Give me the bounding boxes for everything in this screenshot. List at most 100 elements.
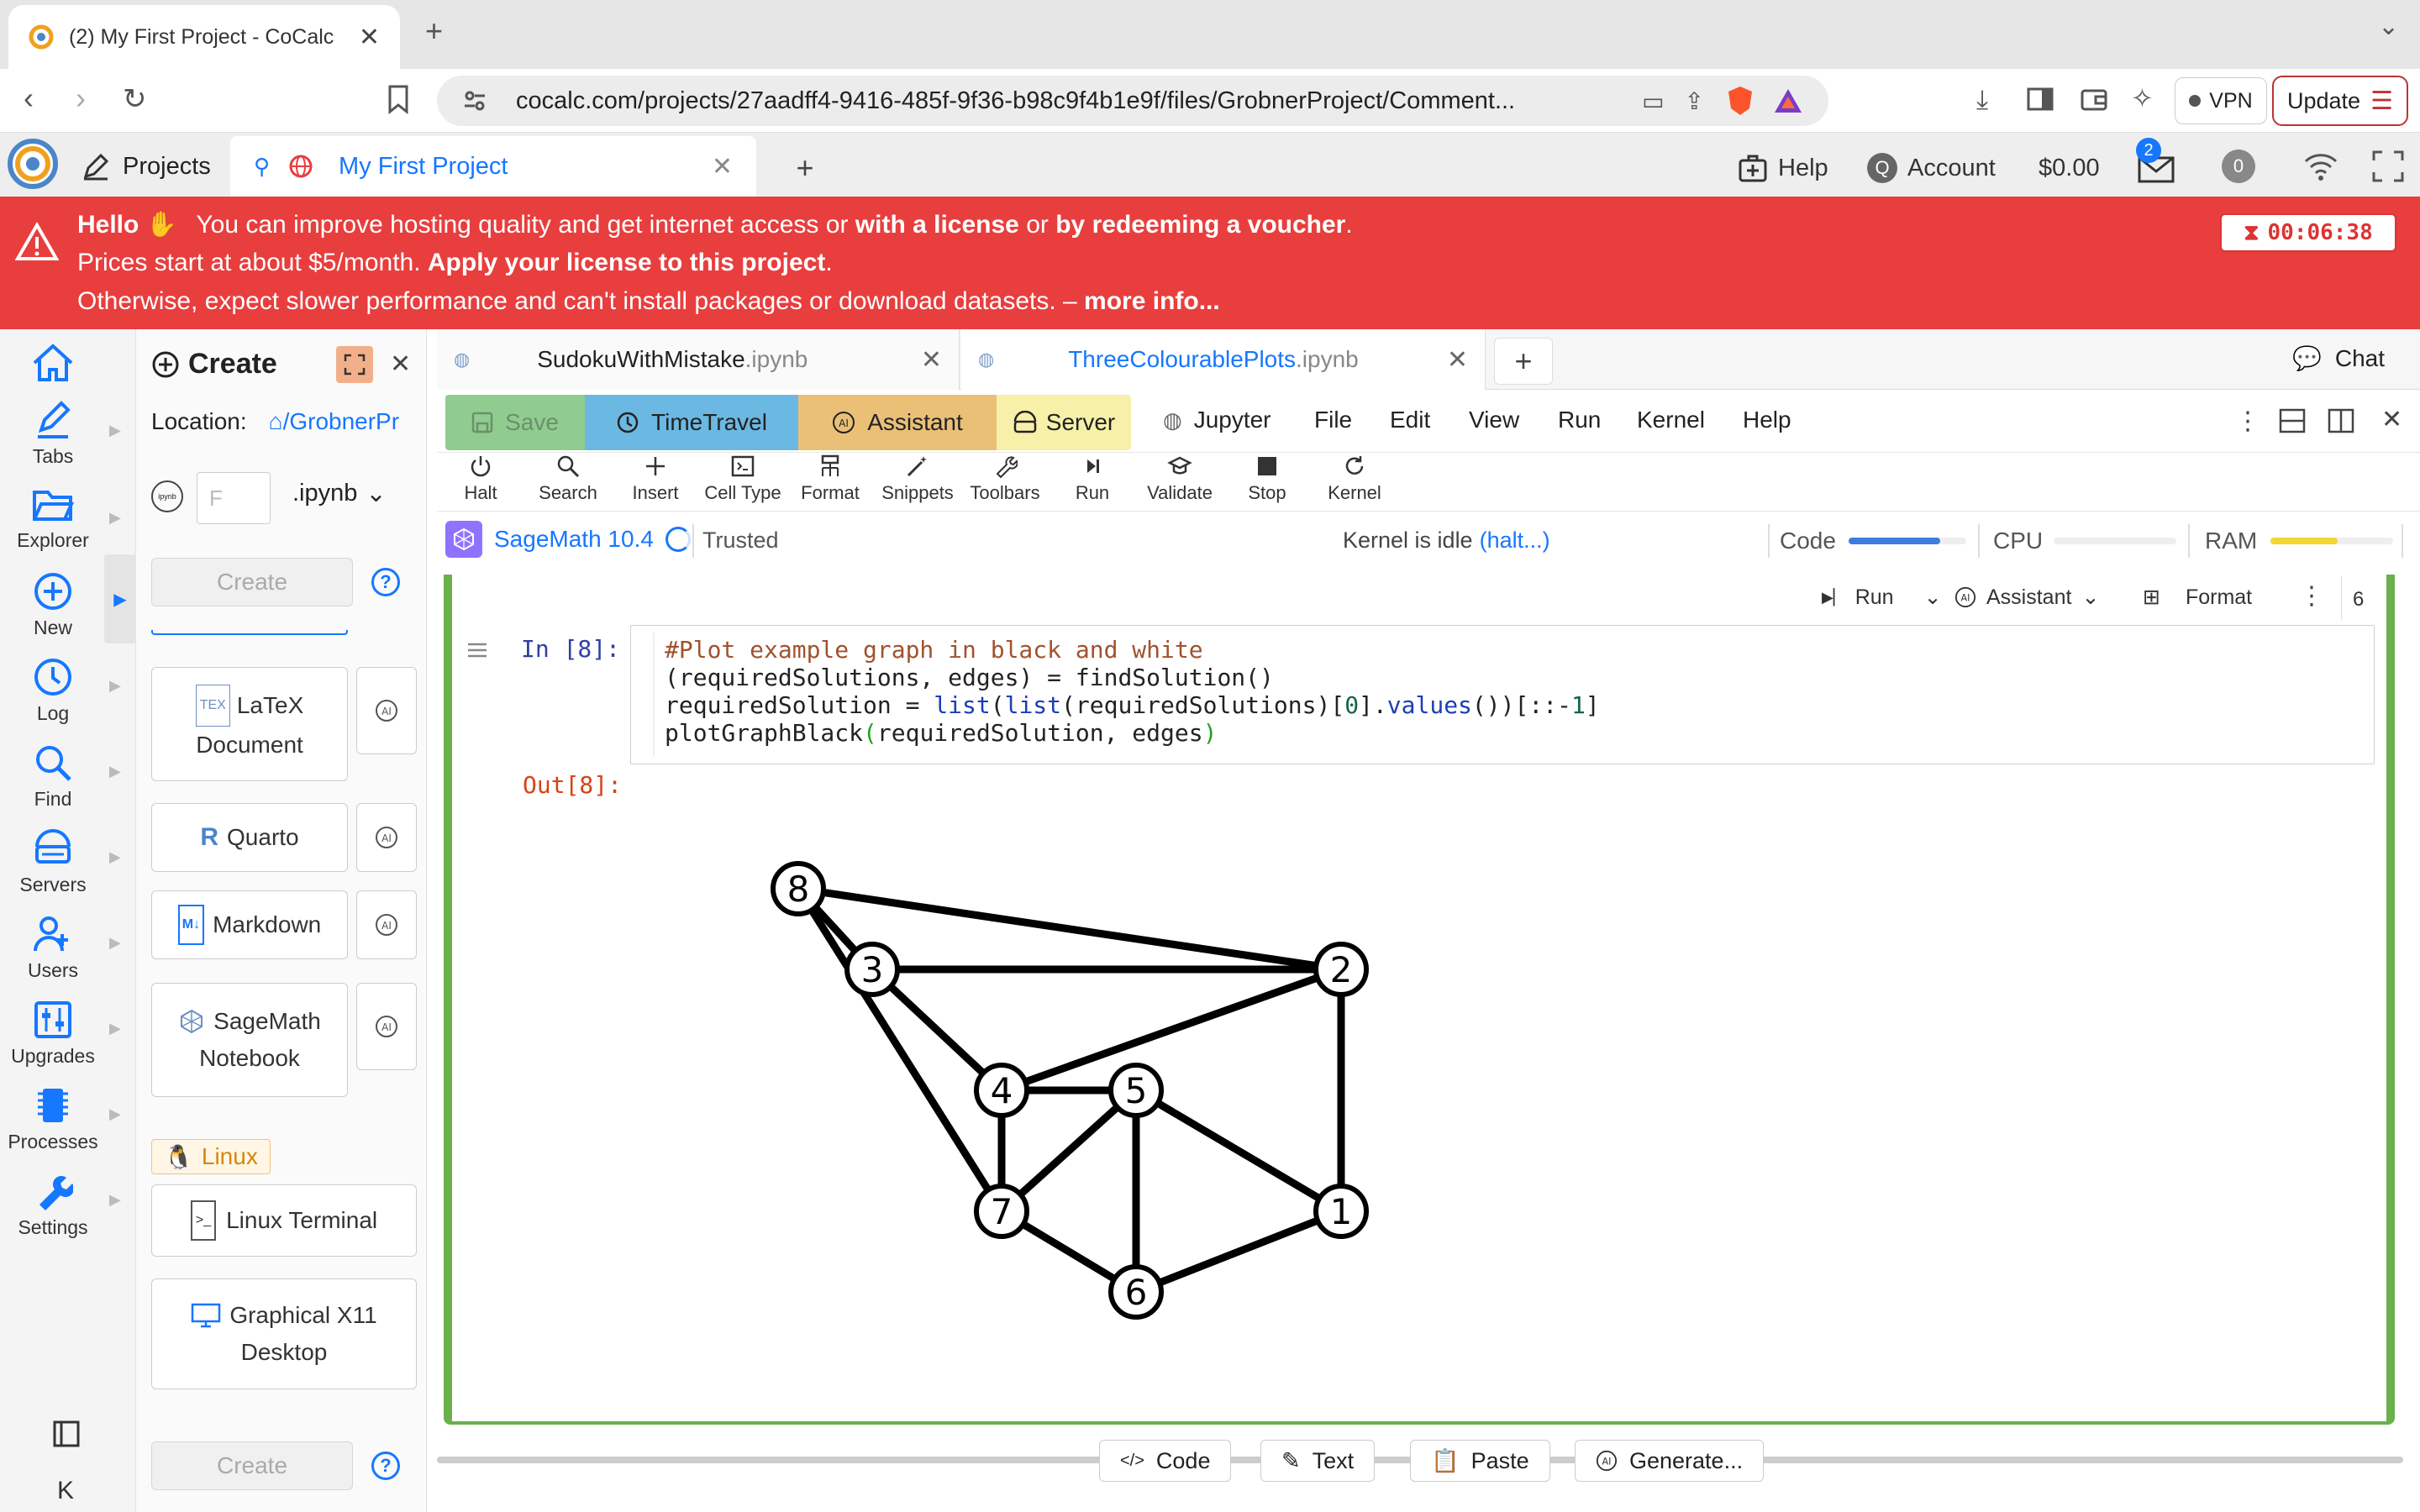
rail-explorer[interactable]: Explorer [0,487,106,552]
rail-expand-icon[interactable]: ▶ [109,1020,121,1037]
close-panel-icon[interactable]: ✕ [390,349,411,379]
assistant-button[interactable]: AI Assistant [798,395,997,450]
more-vertical-icon[interactable]: ⋮ [2235,407,2260,436]
chat-button[interactable]: 💬 Chat [2292,344,2385,372]
halt-link[interactable]: (halt...) [1480,528,1550,554]
cell-more-icon[interactable]: ⋮ [2299,581,2324,611]
back-icon[interactable]: ‹ [24,81,34,116]
share-icon[interactable]: ⇪ [1685,87,1704,115]
stop-button[interactable]: Stop [1223,454,1311,504]
paste-button[interactable]: 📋 Paste [1410,1440,1550,1482]
balance[interactable]: $0.00 [2039,144,2100,192]
markdown-card[interactable]: M↓ Markdown [151,890,348,959]
cell-assistant-button[interactable]: AI Assistant ⌄ [1954,585,2099,610]
rail-expand-icon[interactable]: ▶ [109,677,121,695]
menu-view[interactable]: View [1469,407,1519,433]
code-editor[interactable]: #Plot example graph in black and white (… [630,625,2375,764]
apply-license-link[interactable]: Apply your license to this project [428,249,825,276]
create-button-bottom[interactable]: Create [151,1441,353,1490]
latex-document-card[interactable]: TEX LaTeX Document [151,667,348,781]
close-file-tab-icon[interactable]: ✕ [921,345,942,375]
sidebar-toggle-icon[interactable] [2027,87,2054,111]
license-link[interactable]: with a license [855,211,1019,239]
rail-log[interactable]: Log [0,657,106,725]
drag-handle-icon[interactable] [467,642,487,659]
menu-run[interactable]: Run [1558,407,1601,433]
layout-toggle-icon[interactable] [52,1420,81,1448]
search-button[interactable]: Search [524,454,612,504]
menu-file[interactable]: File [1314,407,1352,433]
help-icon[interactable]: ? [371,568,400,596]
server-button[interactable]: Server [997,395,1131,450]
cocalc-logo[interactable] [5,136,60,192]
quarto-card[interactable]: R Quarto [151,803,348,872]
filename-input[interactable]: F [197,472,271,524]
menu-kernel[interactable]: Kernel [1637,407,1705,433]
rail-upgrades[interactable]: Upgrades [0,1000,106,1068]
tab-search-chevron-icon[interactable]: ⌄ [2378,12,2399,41]
split-horizontal-icon[interactable] [2279,408,2306,433]
rail-users[interactable]: Users [0,914,106,982]
rail-expand-icon[interactable]: ▶ [109,848,121,866]
rail-expand-icon[interactable]: ▶ [109,1105,121,1123]
close-frame-icon[interactable]: ✕ [2381,405,2402,434]
new-project-tab-button[interactable]: + [781,144,829,192]
kernel-restart-button[interactable]: Kernel [1311,454,1398,504]
chevron-down-icon[interactable]: ⌄ [1924,585,1942,610]
rail-expand-icon[interactable]: ▶ [109,763,121,780]
linux-terminal-card[interactable]: >_ Linux Terminal [151,1184,417,1257]
idle-timer[interactable]: ⧗ 00:06:38 [2220,213,2396,252]
cell-type-button[interactable]: Cell Type [699,454,786,504]
create-button[interactable]: Create [151,558,353,606]
kernel-selector[interactable]: SageMath 10.4 [445,521,691,558]
reload-icon[interactable]: ↻ [123,82,147,116]
more-info-link[interactable]: more info... [1084,287,1220,315]
menu-edit[interactable]: Edit [1390,407,1430,433]
news-badge[interactable]: 0 [2222,150,2255,183]
messages-button[interactable]: 2 [2136,138,2176,186]
voucher-link[interactable]: by redeeming a voucher [1055,211,1345,239]
sagemath-notebook-card[interactable]: SageMath Notebook [151,983,348,1097]
expand-panel-icon[interactable] [336,346,373,383]
generate-button[interactable]: AI Generate... [1575,1440,1765,1482]
url-field[interactable]: cocalc.com/projects/27aadff4-9416-485f-9… [437,76,1828,126]
snippets-button[interactable]: Snippets [874,454,961,504]
vpn-button[interactable]: VPN [2175,77,2267,124]
insert-code-button[interactable]: </> Code [1099,1440,1232,1482]
home-button[interactable] [0,343,106,388]
new-file-tab-button[interactable]: + [1494,338,1553,385]
validate-button[interactable]: Validate [1136,454,1223,504]
sagemath-ai-button[interactable]: AI [356,983,417,1070]
project-tab[interactable]: ⚲ My First Project ✕ [230,136,756,197]
close-tab-icon[interactable]: ✕ [359,23,380,52]
connection-wifi-icon[interactable] [2302,151,2339,181]
file-tab-sudoku[interactable]: ◍ SudokuWithMistake.ipynb ✕ [437,329,960,390]
trusted-status[interactable]: Trusted [702,528,779,554]
run-button[interactable]: Run [1049,454,1136,504]
quarto-ai-button[interactable]: AI [356,803,417,872]
close-file-tab-icon[interactable]: ✕ [1447,345,1468,375]
wallet-icon[interactable] [2081,87,2107,111]
menu-jupyter[interactable]: ◍ Jupyter [1163,407,1271,433]
cast-icon[interactable]: ▭ [1642,87,1664,115]
cell-format-button[interactable]: ⊞ Format [2143,585,2252,610]
rail-expand-icon[interactable]: ▶ [109,934,121,952]
latex-ai-button[interactable]: AI [356,667,417,754]
rail-expand-icon[interactable]: ▶ [109,1191,121,1209]
bookmark-icon[interactable] [387,84,410,114]
extension-select[interactable]: .ipynb ⌄ [292,479,387,508]
rail-expand-icon[interactable]: ▶ [109,509,121,527]
rail-expand-icon[interactable]: ▶ [109,422,121,439]
update-button[interactable]: Update ☰ [2272,76,2408,126]
new-browser-tab-icon[interactable]: + [425,13,443,49]
split-vertical-icon[interactable] [2328,408,2354,433]
collapse-rail-icon[interactable]: K [57,1477,74,1505]
halt-button[interactable]: Halt [437,454,524,504]
fullscreen-icon[interactable] [2371,150,2405,183]
toolbars-button[interactable]: Toolbars [961,454,1049,504]
site-settings-icon[interactable] [462,88,487,113]
rail-find[interactable]: Find [0,743,106,811]
save-button[interactable]: Save [445,395,585,450]
close-project-tab-icon[interactable]: ✕ [712,152,733,181]
browser-tab[interactable]: (2) My First Project - CoCalc ✕ [8,5,400,69]
